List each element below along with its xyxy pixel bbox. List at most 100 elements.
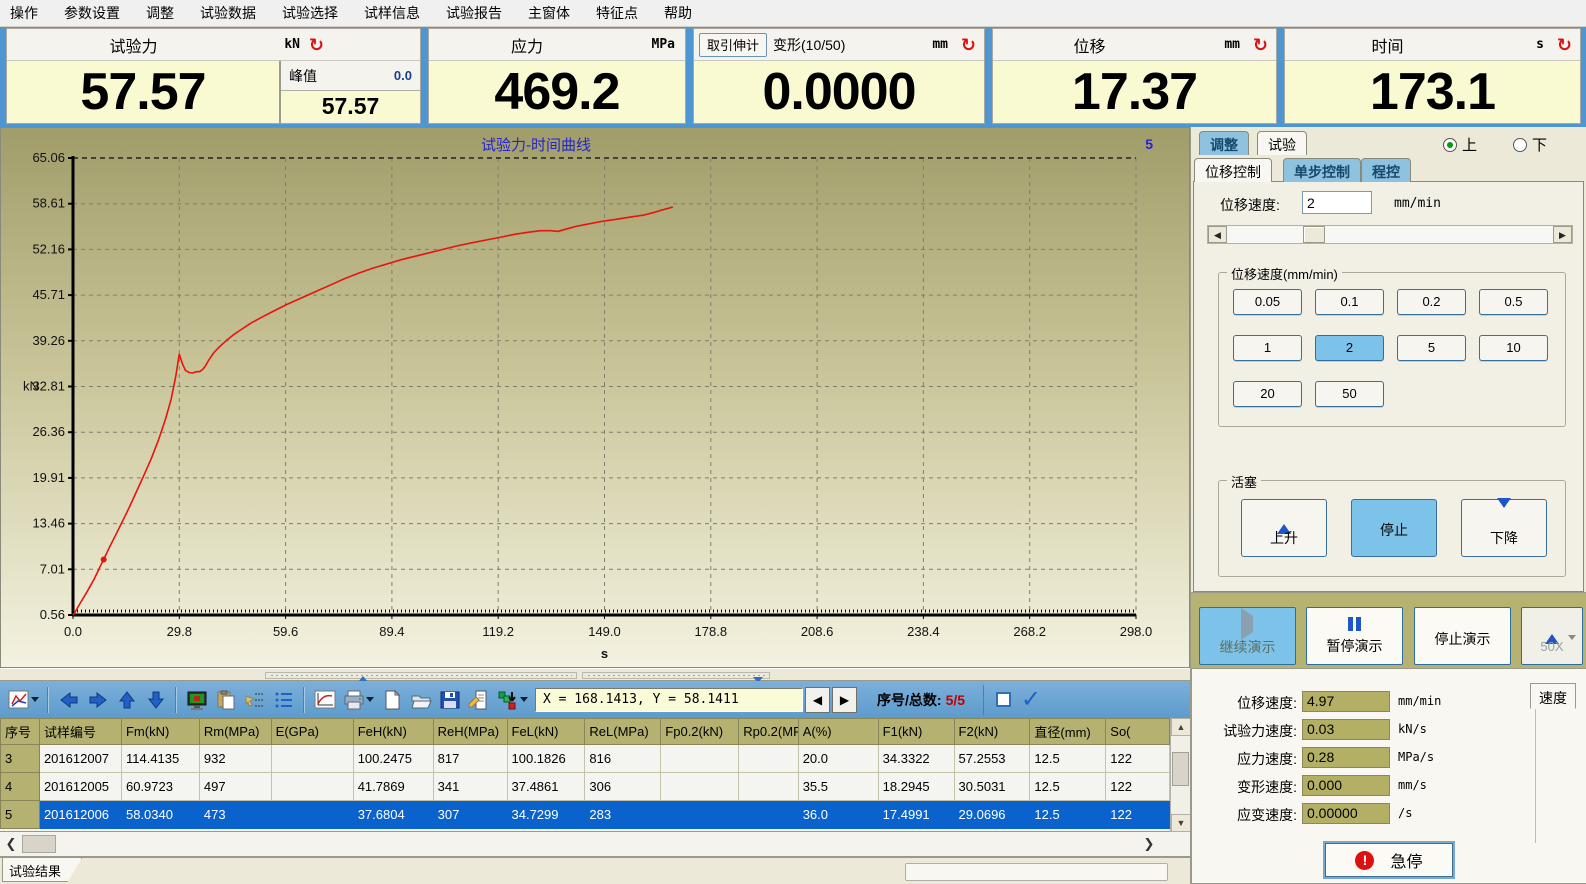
column-header-试样编号[interactable]: 试样编号 xyxy=(39,719,121,745)
table-cell[interactable] xyxy=(661,801,739,829)
table-cell[interactable]: 17.4991 xyxy=(878,801,954,829)
column-header-序号[interactable]: 序号 xyxy=(1,719,40,745)
column-header-Fm(kN)[interactable]: Fm(kN) xyxy=(121,719,199,745)
arrow-left-icon[interactable] xyxy=(54,686,83,714)
export-icon[interactable] xyxy=(493,686,522,714)
column-header-F2(kN)[interactable]: F2(kN) xyxy=(954,719,1030,745)
table-cell[interactable]: 473 xyxy=(199,801,271,829)
demo-暂停演示-button[interactable]: 暂停演示 xyxy=(1306,607,1403,665)
speed-preset-10[interactable]: 10 xyxy=(1479,335,1548,361)
table-cell[interactable]: 100.1826 xyxy=(507,745,585,773)
table-cell[interactable]: 20.0 xyxy=(798,745,878,773)
table-cell[interactable]: 36.0 xyxy=(798,801,878,829)
speed-preset-20[interactable]: 20 xyxy=(1233,381,1302,407)
table-cell[interactable]: 12.5 xyxy=(1030,801,1106,829)
column-header-E(GPa)[interactable]: E(GPa) xyxy=(271,719,353,745)
table-cell[interactable]: 60.9723 xyxy=(121,773,199,801)
column-header-Rp0.2(MPa)[interactable]: Rp0.2(MPa) xyxy=(739,719,798,745)
refresh-icon[interactable]: ↻ xyxy=(1557,36,1572,54)
speed-preset-0.2[interactable]: 0.2 xyxy=(1397,289,1466,315)
piston-停止-button[interactable]: 停止 xyxy=(1351,499,1437,557)
tab-程控[interactable]: 程控 xyxy=(1361,158,1411,182)
menu-item-试验选择[interactable]: 试验选择 xyxy=(282,3,338,23)
report-icon[interactable] xyxy=(464,686,493,714)
column-header-ReL(MPa)[interactable]: ReL(MPa) xyxy=(585,719,661,745)
menu-item-主窗体[interactable]: 主窗体 xyxy=(528,3,570,23)
table-cell[interactable]: 57.2553 xyxy=(954,745,1030,773)
scroll-left-icon[interactable]: ❮ xyxy=(0,833,22,855)
table-cell[interactable]: 114.4135 xyxy=(121,745,199,773)
arrow-up-icon[interactable] xyxy=(112,686,141,714)
point-select-icon[interactable] xyxy=(240,686,269,714)
table-cell[interactable]: 35.5 xyxy=(798,773,878,801)
refresh-icon[interactable]: ↻ xyxy=(1253,36,1268,54)
prev-point-button[interactable]: ◀ xyxy=(805,687,830,713)
table-cell[interactable]: 4 xyxy=(1,773,40,801)
column-header-A(%)[interactable]: A(%) xyxy=(798,719,878,745)
table-cell[interactable]: 37.6804 xyxy=(353,801,433,829)
next-point-button[interactable]: ▶ xyxy=(832,687,857,713)
splitter-handle[interactable] xyxy=(265,672,577,679)
save-icon[interactable] xyxy=(435,686,464,714)
table-cell[interactable]: 37.4861 xyxy=(507,773,585,801)
table-horizontal-scrollbar[interactable]: ❮ ❯ xyxy=(0,832,1190,858)
menu-item-调整[interactable]: 调整 xyxy=(146,3,174,23)
scroll-right-icon[interactable]: ❯ xyxy=(1138,833,1160,855)
table-row[interactable]: 3201612007114.4135932100.2475817100.1826… xyxy=(1,745,1170,773)
speed-preset-1[interactable]: 1 xyxy=(1233,335,1302,361)
new-file-icon[interactable] xyxy=(377,686,406,714)
confirm-check-icon[interactable]: ✓ xyxy=(1021,690,1041,710)
select-checkbox[interactable] xyxy=(996,692,1011,707)
speed-preset-0.05[interactable]: 0.05 xyxy=(1233,289,1302,315)
table-cell[interactable] xyxy=(661,773,739,801)
table-cell[interactable]: 283 xyxy=(585,801,661,829)
scrollbar-thumb[interactable] xyxy=(22,835,56,853)
table-cell[interactable]: 100.2475 xyxy=(353,745,433,773)
emergency-stop-button[interactable]: ! 急停 xyxy=(1325,843,1453,877)
column-header-Fp0.2(kN)[interactable]: Fp0.2(kN) xyxy=(661,719,739,745)
table-cell[interactable]: 932 xyxy=(199,745,271,773)
dropdown-arrow-icon[interactable] xyxy=(31,697,39,702)
table-cell[interactable]: 34.3322 xyxy=(878,745,954,773)
table-cell[interactable] xyxy=(739,801,798,829)
extensometer-button[interactable]: 取引伸计 xyxy=(699,33,767,57)
table-cell[interactable]: 34.7299 xyxy=(507,801,585,829)
results-sheet-tab[interactable]: 试验结果 xyxy=(2,858,82,882)
speed-input[interactable] xyxy=(1302,191,1372,214)
dropdown-arrow-icon[interactable] xyxy=(366,697,374,702)
monitor-icon[interactable] xyxy=(182,686,211,714)
speed-preset-50[interactable]: 50 xyxy=(1315,381,1384,407)
column-header-ReH(MPa)[interactable]: ReH(MPa) xyxy=(433,719,507,745)
slider-thumb[interactable] xyxy=(1303,226,1325,243)
tab-试验[interactable]: 试验 xyxy=(1257,131,1307,155)
table-cell[interactable]: 201612006 xyxy=(39,801,121,829)
table-cell[interactable] xyxy=(661,745,739,773)
tab-位移控制[interactable]: 位移控制 xyxy=(1194,158,1272,182)
menu-item-参数设置[interactable]: 参数设置 xyxy=(64,3,120,23)
column-header-FeL(kN)[interactable]: FeL(kN) xyxy=(507,719,585,745)
demo-继续演示-button[interactable]: 继续演示 xyxy=(1199,607,1296,665)
open-folder-icon[interactable] xyxy=(406,686,435,714)
table-cell[interactable] xyxy=(271,801,353,829)
menu-item-操作[interactable]: 操作 xyxy=(10,3,38,23)
table-cell[interactable]: 201612007 xyxy=(39,745,121,773)
horizontal-splitter[interactable] xyxy=(0,668,1190,681)
table-cell[interactable]: 497 xyxy=(199,773,271,801)
table-cell[interactable]: 5 xyxy=(1,801,40,829)
menu-item-试验报告[interactable]: 试验报告 xyxy=(446,3,502,23)
table-cell[interactable]: 307 xyxy=(433,801,507,829)
piston-上升-button[interactable]: 上升 xyxy=(1241,499,1327,557)
table-cell[interactable]: 29.0696 xyxy=(954,801,1030,829)
column-header-Rm(MPa)[interactable]: Rm(MPa) xyxy=(199,719,271,745)
table-cell[interactable]: 12.5 xyxy=(1030,773,1106,801)
tab-单步控制[interactable]: 单步控制 xyxy=(1283,158,1361,182)
speed-slider[interactable]: ◀ ▶ xyxy=(1207,225,1573,244)
graph-icon[interactable] xyxy=(310,686,339,714)
demo-50X-button[interactable]: 50X xyxy=(1521,607,1583,665)
menu-item-试样信息[interactable]: 试样信息 xyxy=(364,3,420,23)
piston-下降-button[interactable]: 下降 xyxy=(1461,499,1547,557)
table-cell[interactable]: 816 xyxy=(585,745,661,773)
slider-right-icon[interactable]: ▶ xyxy=(1553,226,1572,243)
table-cell[interactable] xyxy=(739,773,798,801)
table-cell[interactable]: 817 xyxy=(433,745,507,773)
